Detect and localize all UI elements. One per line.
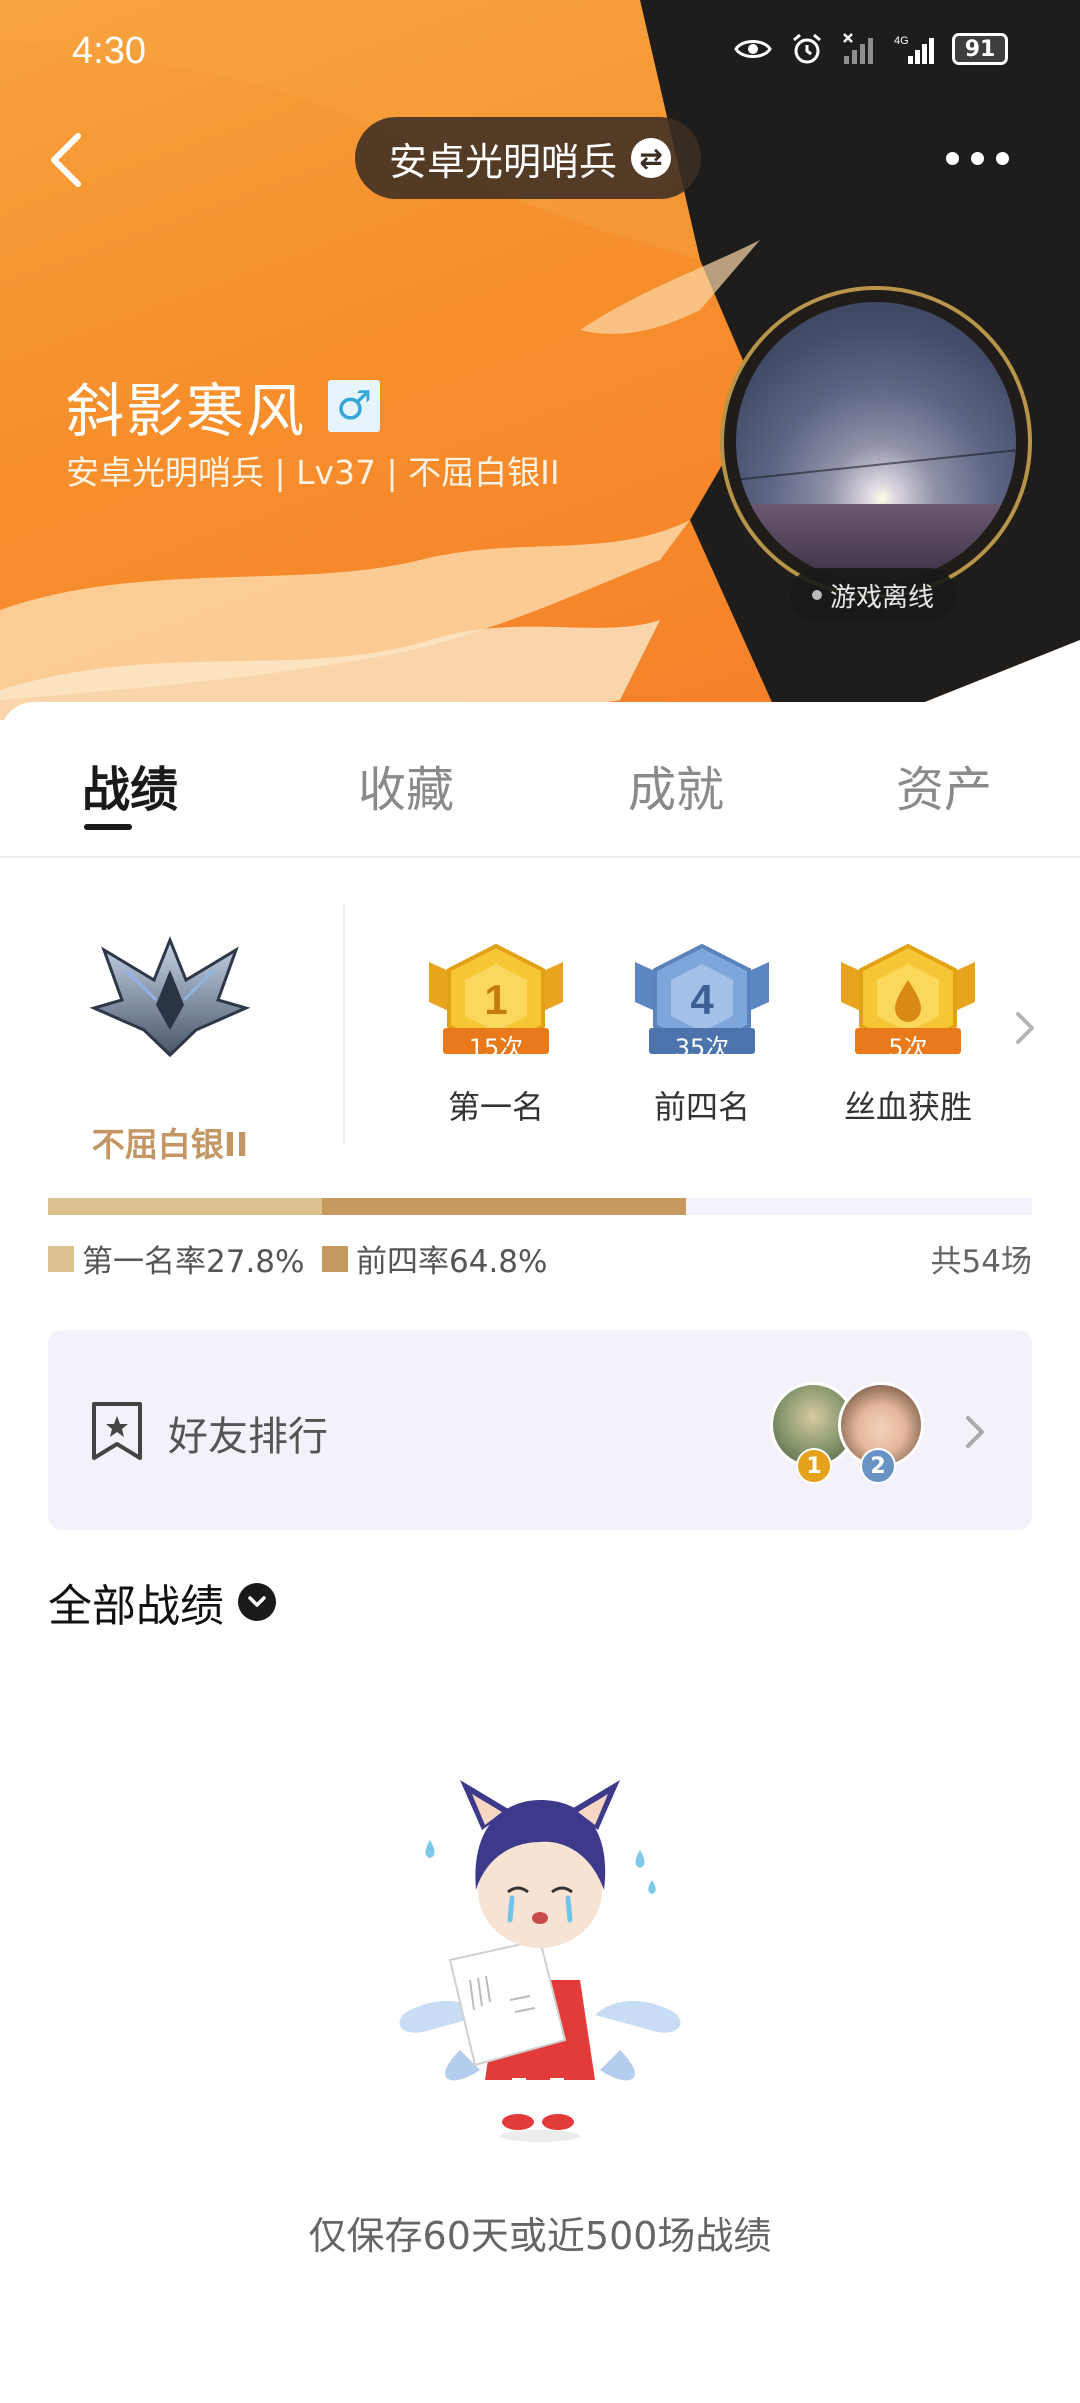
divider <box>343 905 345 1145</box>
game-status-badge: 游戏离线 <box>790 568 957 622</box>
alarm-icon <box>793 33 821 64</box>
eye-icon <box>734 40 772 58</box>
status-dot-icon <box>812 590 822 600</box>
friend-rank-badge-1: 1 <box>796 1448 832 1484</box>
medal-number: 1 <box>484 976 507 1023</box>
medals-more-chevron-icon[interactable] <box>1010 1006 1040 1050</box>
profile-header: 4:30 4G 91 安卓光明哨兵 ⇄ 斜影寒风 ♂ 安卓光明哨兵 | Lv37… <box>0 0 1080 720</box>
all-records-filter[interactable]: 全部战绩 <box>48 1570 276 1634</box>
first-place-rate-text: 第一名率27.8% <box>82 1244 305 1280</box>
signal-icon-1 <box>843 33 873 64</box>
tab-achievements[interactable]: 成就 <box>628 750 724 820</box>
male-gender-icon: ♂ <box>328 380 381 432</box>
top-four-label: 前四名 <box>653 1088 750 1126</box>
total-matches: 共54场 <box>930 1244 1032 1280</box>
top-four-rate-segment <box>321 1198 686 1215</box>
signal-icon-2: 4G <box>894 35 934 64</box>
first-place-count: 15次 <box>468 1034 524 1062</box>
region-title: 安卓光明哨兵 <box>389 139 618 184</box>
friend-ranking-card[interactable]: 好友排行 1 2 <box>48 1330 1032 1530</box>
swap-icon: ⇄ <box>631 138 672 178</box>
bookmark-star-icon <box>92 1402 142 1460</box>
status-icons: 4G 91 <box>734 32 1008 66</box>
chevron-down-icon <box>238 1583 276 1621</box>
active-tab-indicator <box>84 824 132 830</box>
tab-assets[interactable]: 资产 <box>896 750 992 820</box>
back-button[interactable] <box>40 120 100 200</box>
tab-records[interactable]: 战绩 <box>82 750 178 820</box>
legend-swatch <box>322 1245 348 1272</box>
more-options-button[interactable] <box>946 140 1026 176</box>
low-hp-win-label: 丝血获胜 <box>843 1088 972 1126</box>
game-status-text: 游戏离线 <box>830 582 935 613</box>
friend-rank-badge-2: 2 <box>860 1448 896 1484</box>
avatar <box>736 302 1016 582</box>
player-name: 斜影寒风 <box>66 377 307 445</box>
more-dot-icon <box>946 151 959 165</box>
more-dot-icon <box>971 151 984 165</box>
empty-state-mascot-illustration <box>399 1780 681 2142</box>
first-place-rate-segment <box>48 1198 322 1215</box>
low-hp-win-count: 5次 <box>888 1034 928 1062</box>
medal-number: 4 <box>690 976 714 1023</box>
legend-first-place: 第一名率27.8% <box>48 1236 304 1281</box>
battery-indicator: 91 <box>952 33 1008 65</box>
friend-ranking-chevron-icon <box>966 1416 984 1448</box>
all-records-title: 全部战绩 <box>48 1581 224 1632</box>
top-four-count: 35次 <box>674 1034 730 1062</box>
legend-swatch <box>48 1245 74 1272</box>
network-label: 4G <box>894 35 909 47</box>
more-dot-icon <box>996 151 1009 165</box>
rank-emblem-icon[interactable] <box>86 930 254 1060</box>
first-place-label: 第一名 <box>447 1088 544 1126</box>
profile-tabs: 战绩 收藏 成就 资产 <box>0 702 1080 858</box>
player-sub-info: 安卓光明哨兵 | Lv37 | 不屈白银II <box>66 453 560 492</box>
status-time: 4:30 <box>72 30 146 72</box>
back-arrow-icon <box>51 133 81 187</box>
legend-top-four: 前四率64.8% <box>322 1236 547 1281</box>
top-four-rate-text: 前四率64.8% <box>356 1244 548 1280</box>
rank-name: 不屈白银II <box>91 1125 249 1164</box>
region-switch-button[interactable]: 安卓光明哨兵 ⇄ <box>355 117 702 199</box>
status-bar: 4:30 4G 91 <box>0 0 1080 110</box>
avatar-frame[interactable] <box>720 286 1032 598</box>
empty-state-message: 仅保存60天或近500场战绩 <box>308 2214 772 2258</box>
player-name-row: 斜影寒风 ♂ <box>66 364 381 448</box>
friend-ranking-label: 好友排行 <box>168 1414 328 1460</box>
tab-collection[interactable]: 收藏 <box>358 750 454 820</box>
placement-rate-bar <box>48 1198 1032 1215</box>
